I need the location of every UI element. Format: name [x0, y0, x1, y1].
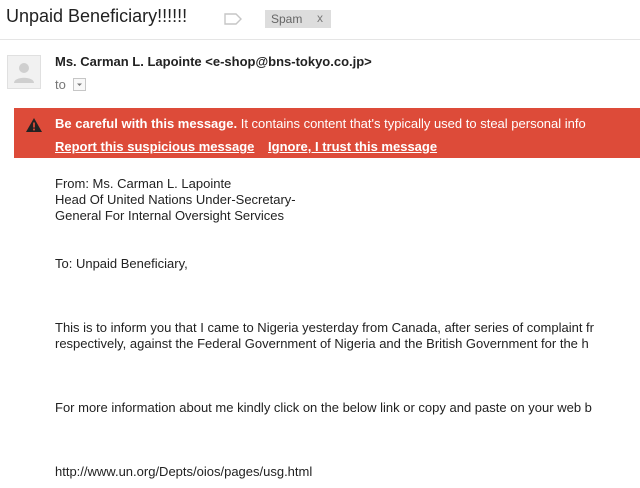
sender-avatar — [7, 55, 41, 89]
show-details-button[interactable] — [73, 78, 87, 92]
email-subject: Unpaid Beneficiary!!!!!! — [6, 6, 188, 26]
warning-triangle-icon — [25, 117, 43, 136]
warning-message: Be careful with this message. It contain… — [55, 116, 586, 131]
body-from-line: Head Of United Nations Under-Secretary- — [55, 192, 296, 207]
body-paragraph-line: For more information about me kindly cli… — [55, 400, 592, 415]
body-paragraph-line: respectively, against the Federal Govern… — [55, 336, 589, 351]
header-divider — [0, 39, 640, 40]
chevron-down-icon — [77, 83, 83, 87]
recipient-row: to — [55, 76, 87, 93]
email-body: From: Ms. Carman L. Lapointe Head Of Uni… — [55, 176, 640, 480]
body-from-line: General For Internal Oversight Services — [55, 208, 285, 223]
spam-label-chip: Spam x — [265, 10, 331, 28]
subject-row: Unpaid Beneficiary!!!!!! Spam x — [0, 0, 640, 38]
body-to-line: To: Unpaid Beneficiary, — [55, 256, 188, 271]
sender-name[interactable]: Ms. Carman L. Lapointe <e-shop@bns-tokyo… — [55, 54, 372, 69]
remove-label-button[interactable]: x — [317, 11, 323, 25]
recipient-label: to — [55, 77, 66, 93]
warning-actions: Report this suspicious message Ignore, I… — [55, 139, 437, 154]
body-link[interactable]: http://www.un.org/Depts/oios/pages/usg.h… — [55, 464, 640, 480]
ignore-warning-link[interactable]: Ignore, I trust this message — [268, 139, 437, 154]
warning-title: Be careful with this message. — [55, 116, 238, 131]
spam-label: Spam — [271, 12, 303, 26]
body-from-line: From: Ms. Carman L. Lapointe — [55, 176, 232, 191]
body-paragraph-line: This is to inform you that I came to Nig… — [55, 320, 594, 335]
warning-text: It contains content that's typically use… — [240, 116, 586, 131]
person-icon — [14, 63, 34, 83]
phishing-warning-banner: Be careful with this message. It contain… — [14, 108, 640, 158]
label-icon[interactable] — [224, 12, 242, 30]
report-suspicious-link[interactable]: Report this suspicious message — [55, 139, 254, 154]
